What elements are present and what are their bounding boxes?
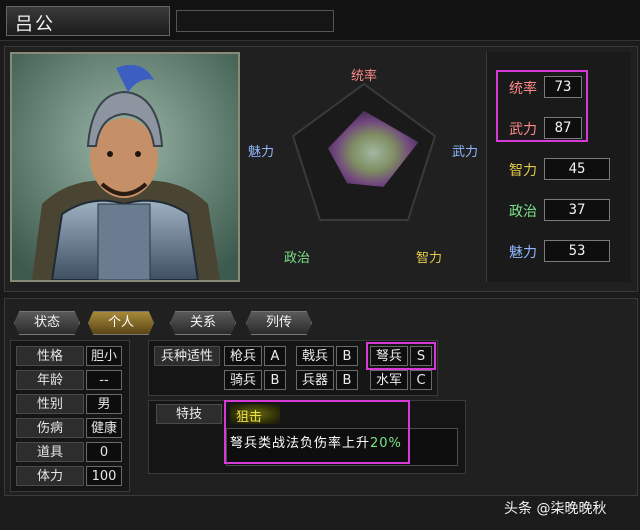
personal-value-injury: 健康 (86, 418, 122, 438)
personal-value-age: -- (86, 370, 122, 390)
subtitle-field (176, 10, 334, 32)
personal-label-injury: 伤病 (16, 418, 84, 438)
aptitude-grade-spear: A (264, 346, 286, 366)
officer-name: 吕公 (15, 14, 55, 35)
portrait-frame (10, 52, 240, 282)
radar-label-bottom-left: 政治 (284, 251, 310, 266)
personal-value-personality: 胆小 (86, 346, 122, 366)
stat-label-politics: 政治 (509, 204, 537, 220)
watermark: 头条 @柒晚晚秋 (504, 501, 607, 517)
aptitude-title: 兵种适性 (154, 346, 220, 366)
highlight-crossbow (366, 342, 436, 370)
aptitude-grade-halberd: B (336, 346, 358, 366)
tab-biography[interactable]: 列传 (246, 311, 312, 335)
highlight-skill (224, 400, 410, 464)
radar-chart: 统率 武力 智力 政治 魅力 (248, 68, 478, 266)
personal-label-stamina: 体力 (16, 466, 84, 486)
personal-value-stamina: 100 (86, 466, 122, 486)
aptitude-grade-navy: C (410, 370, 432, 390)
aptitude-grade-siege: B (336, 370, 358, 390)
stat-label-charisma: 魅力 (509, 245, 537, 261)
aptitude-unit-spear: 枪兵 (224, 346, 262, 366)
aptitude-unit-cavalry: 骑兵 (224, 370, 262, 390)
aptitude-unit-siege: 兵器 (296, 370, 334, 390)
tab-personal[interactable]: 个人 (88, 311, 154, 335)
tab-status[interactable]: 状态 (14, 311, 80, 335)
name-plate: 吕公 (6, 6, 170, 36)
highlight-stats (496, 70, 588, 142)
radar-label-right: 武力 (452, 145, 478, 160)
personal-label-age: 年龄 (16, 370, 84, 390)
personal-label-gender: 性别 (16, 394, 84, 414)
stat-value-charisma: 53 (544, 240, 610, 262)
radar-label-top: 统率 (351, 68, 377, 84)
aptitude-grade-cavalry: B (264, 370, 286, 390)
personal-value-gender: 男 (86, 394, 122, 414)
stat-value-politics: 37 (544, 199, 610, 221)
officer-portrait (12, 54, 238, 280)
radar-label-bottom-right: 智力 (416, 251, 442, 266)
radar-label-left: 魅力 (248, 145, 274, 160)
personal-value-items: 0 (86, 442, 122, 462)
stat-value-intelligence: 45 (544, 158, 610, 180)
personal-label-personality: 性格 (16, 346, 84, 366)
aptitude-unit-halberd: 戟兵 (296, 346, 334, 366)
aptitude-unit-navy: 水军 (370, 370, 408, 390)
personal-label-items: 道具 (16, 442, 84, 462)
tab-relations[interactable]: 关系 (170, 311, 236, 335)
stat-label-intelligence: 智力 (509, 163, 537, 179)
skill-title: 特技 (156, 404, 222, 424)
